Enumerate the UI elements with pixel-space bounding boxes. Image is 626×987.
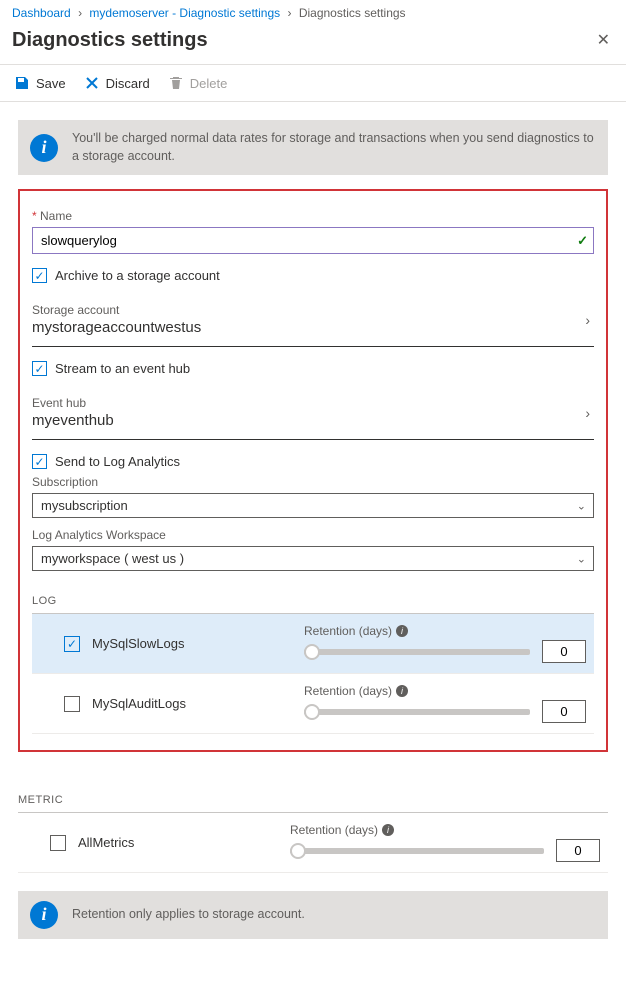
storage-account-value: mystorageaccountwestus — [32, 319, 594, 336]
chevron-right-icon: › — [287, 6, 291, 20]
retention-input[interactable] — [556, 839, 600, 862]
retention-input[interactable] — [542, 640, 586, 663]
stream-checkbox[interactable] — [32, 361, 47, 376]
breadcrumb-server[interactable]: mydemoserver - Diagnostic settings — [89, 6, 280, 20]
retention-slider[interactable] — [290, 848, 544, 854]
log-analytics-checkbox[interactable] — [32, 454, 47, 469]
info-icon: i — [30, 901, 58, 929]
log-slowlogs-name: MySqlSlowLogs — [92, 636, 292, 651]
chevron-right-icon: › — [585, 312, 590, 328]
info-banner-text: Retention only applies to storage accoun… — [72, 906, 305, 924]
delete-icon — [168, 75, 184, 91]
save-icon — [14, 75, 30, 91]
delete-button: Delete — [168, 75, 228, 91]
discard-label: Discard — [106, 76, 150, 91]
log-slowlogs-checkbox[interactable] — [64, 636, 80, 652]
event-hub-selector[interactable]: Event hub myeventhub › — [32, 386, 594, 440]
metric-row-allmetrics: AllMetrics Retention (days) i — [18, 813, 608, 873]
retention-label: Retention (days) i — [290, 823, 600, 837]
retention-slider[interactable] — [304, 649, 530, 655]
page-title: Diagnostics settings — [12, 29, 208, 52]
storage-account-selector[interactable]: Storage account mystorageaccountwestus › — [32, 293, 594, 347]
name-input[interactable] — [32, 227, 594, 254]
retention-slider[interactable] — [304, 709, 530, 715]
metric-section-header: METRIC — [18, 788, 608, 813]
workspace-select[interactable]: myworkspace ( west us ) — [32, 546, 594, 571]
metric-allmetrics-checkbox[interactable] — [50, 835, 66, 851]
workspace-label: Log Analytics Workspace — [32, 528, 594, 542]
event-hub-value: myeventhub — [32, 412, 594, 429]
retention-label: Retention (days) i — [304, 624, 586, 638]
toolbar: Save Discard Delete — [0, 65, 626, 102]
info-icon[interactable]: i — [382, 824, 394, 836]
discard-icon — [84, 75, 100, 91]
discard-button[interactable]: Discard — [84, 75, 150, 91]
save-label: Save — [36, 76, 66, 91]
stream-label: Stream to an event hub — [55, 361, 190, 376]
log-row-auditlogs: MySqlAuditLogs Retention (days) i — [32, 674, 594, 734]
retention-label: Retention (days) i — [304, 684, 586, 698]
log-analytics-label: Send to Log Analytics — [55, 454, 180, 469]
metric-allmetrics-name: AllMetrics — [78, 835, 278, 850]
valid-icon: ✓ — [577, 233, 588, 249]
info-icon[interactable]: i — [396, 625, 408, 637]
subscription-label: Subscription — [32, 475, 594, 489]
retention-input[interactable] — [542, 700, 586, 723]
log-auditlogs-checkbox[interactable] — [64, 696, 80, 712]
log-row-slowlogs: MySqlSlowLogs Retention (days) i — [32, 614, 594, 674]
breadcrumb-current: Diagnostics settings — [299, 6, 406, 20]
info-icon: i — [30, 134, 58, 162]
info-icon[interactable]: i — [396, 685, 408, 697]
close-button[interactable]: ✕ — [593, 26, 614, 54]
archive-checkbox[interactable] — [32, 268, 47, 283]
save-button[interactable]: Save — [14, 75, 66, 91]
info-banner-text: You'll be charged normal data rates for … — [72, 130, 596, 165]
info-banner-top: i You'll be charged normal data rates fo… — [18, 120, 608, 175]
chevron-right-icon: › — [78, 6, 82, 20]
log-section-header: LOG — [32, 589, 594, 614]
name-label: * Name — [32, 209, 594, 223]
breadcrumb-dashboard[interactable]: Dashboard — [12, 6, 71, 20]
info-banner-bottom: i Retention only applies to storage acco… — [18, 891, 608, 939]
event-hub-label: Event hub — [32, 396, 594, 410]
log-auditlogs-name: MySqlAuditLogs — [92, 696, 292, 711]
storage-account-label: Storage account — [32, 303, 594, 317]
breadcrumb: Dashboard › mydemoserver - Diagnostic se… — [0, 0, 626, 24]
subscription-select[interactable]: mysubscription — [32, 493, 594, 518]
archive-label: Archive to a storage account — [55, 268, 220, 283]
delete-label: Delete — [190, 76, 228, 91]
highlighted-region: * Name ✓ Archive to a storage account St… — [18, 189, 608, 752]
chevron-right-icon: › — [585, 405, 590, 421]
